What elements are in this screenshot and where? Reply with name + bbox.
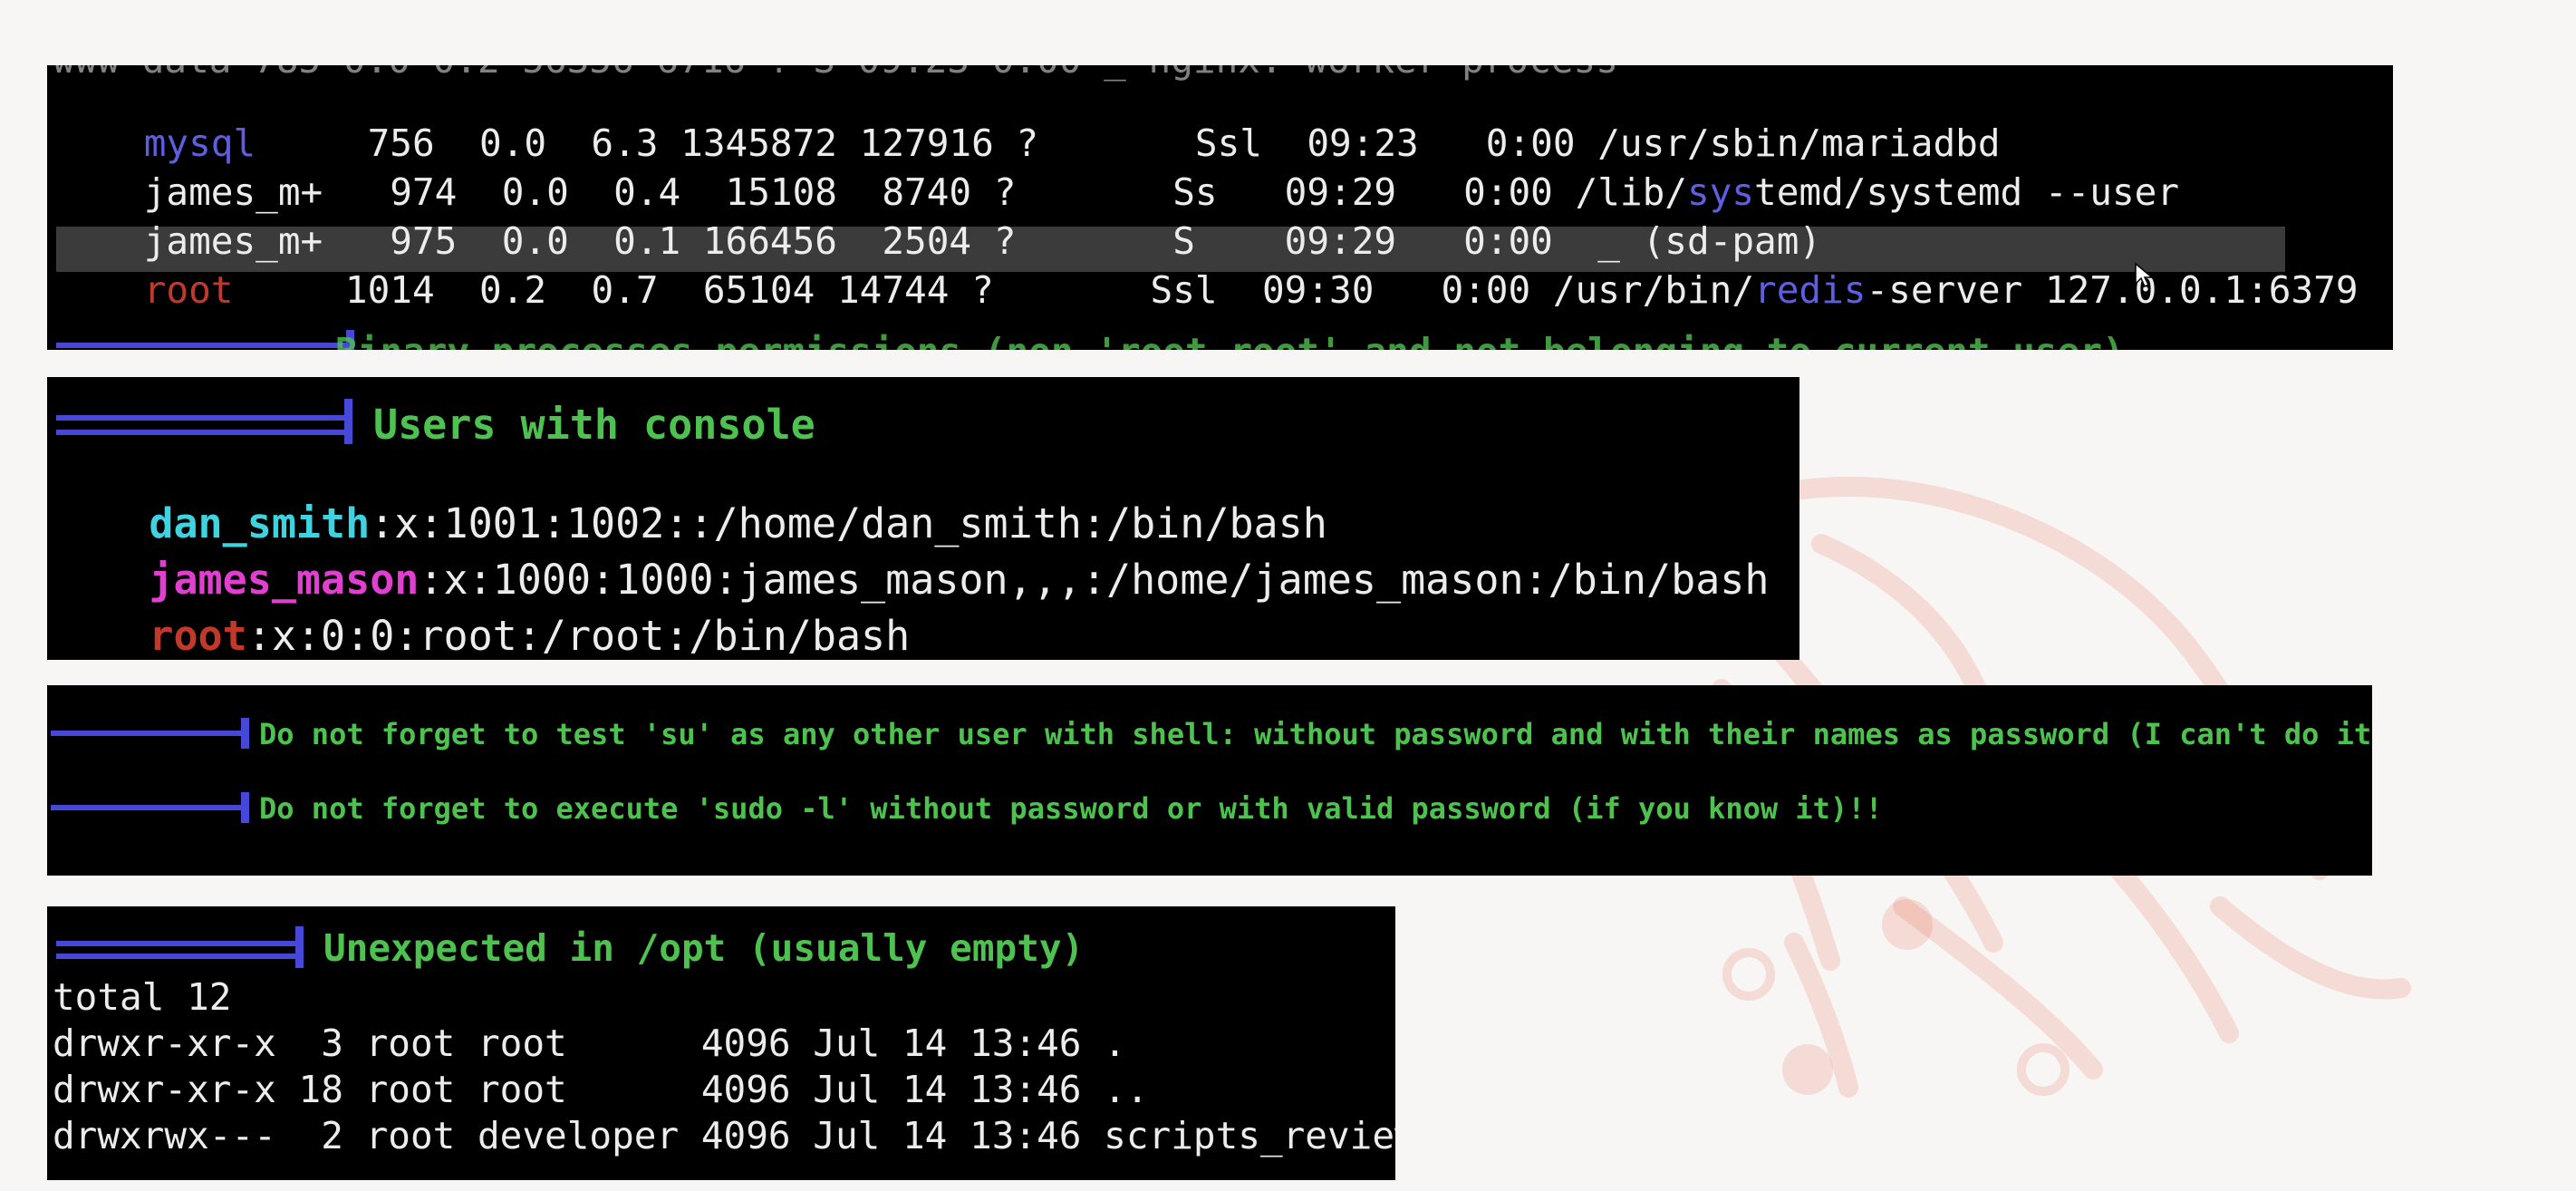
user-passwd-line: :x:0:0:root:/root:/bin/bash (246, 612, 911, 660)
listing-line: drwxr-xr-x 18 root root 4096 Jul 14 13:4… (53, 1068, 1149, 1111)
mouse-cursor-icon (2135, 262, 2154, 288)
section-header: Users with console (373, 401, 815, 449)
command-highlight: redis (1754, 268, 1867, 312)
section-header: Unexpected in /opt (usually empty) (323, 926, 1085, 970)
user-entry: root:x:0:0:root:/root:/bin/bash (51, 575, 910, 660)
section-divider-icon (51, 792, 250, 825)
reminders-panel: Do not forget to test 'su' as any other … (47, 685, 2372, 876)
section-divider-icon (56, 926, 310, 968)
partial-process-line: www-data 785 0.0 0.2 56356 6716 ? S 09:2… (53, 65, 1618, 79)
section-divider-icon (56, 399, 355, 444)
listing-line: drwxrwx--- 2 root developer 4096 Jul 14 … (53, 1114, 1395, 1157)
section-divider-icon (51, 718, 250, 750)
command-tail: -server 127.0.0.1:6379 (1866, 268, 2359, 312)
process-details: 1014 0.2 0.7 65104 14744 ? Ssl 09:30 0:0… (233, 268, 1755, 312)
users-with-console-panel: Users with console dan_smith:x:1001:1002… (47, 377, 1799, 660)
partial-section-header: Binary processes permissions (non 'root … (335, 334, 2125, 351)
process-user: root (143, 268, 234, 312)
reminder-text: Do not forget to test 'su' as any other … (259, 717, 2372, 751)
listing-line: drwxr-xr-x 3 root root 4096 Jul 14 13:46… (53, 1022, 1126, 1065)
process-list-panel: www-data 785 0.0 0.2 56356 6716 ? S 09:2… (47, 65, 2393, 350)
listing-line: total 12 (53, 975, 232, 1019)
reminder-text: Do not forget to execute 'sudo -l' witho… (259, 791, 1883, 826)
section-divider-icon (56, 328, 355, 350)
opt-listing-panel: Unexpected in /opt (usually empty) total… (47, 906, 1395, 1180)
username: root (149, 612, 247, 660)
